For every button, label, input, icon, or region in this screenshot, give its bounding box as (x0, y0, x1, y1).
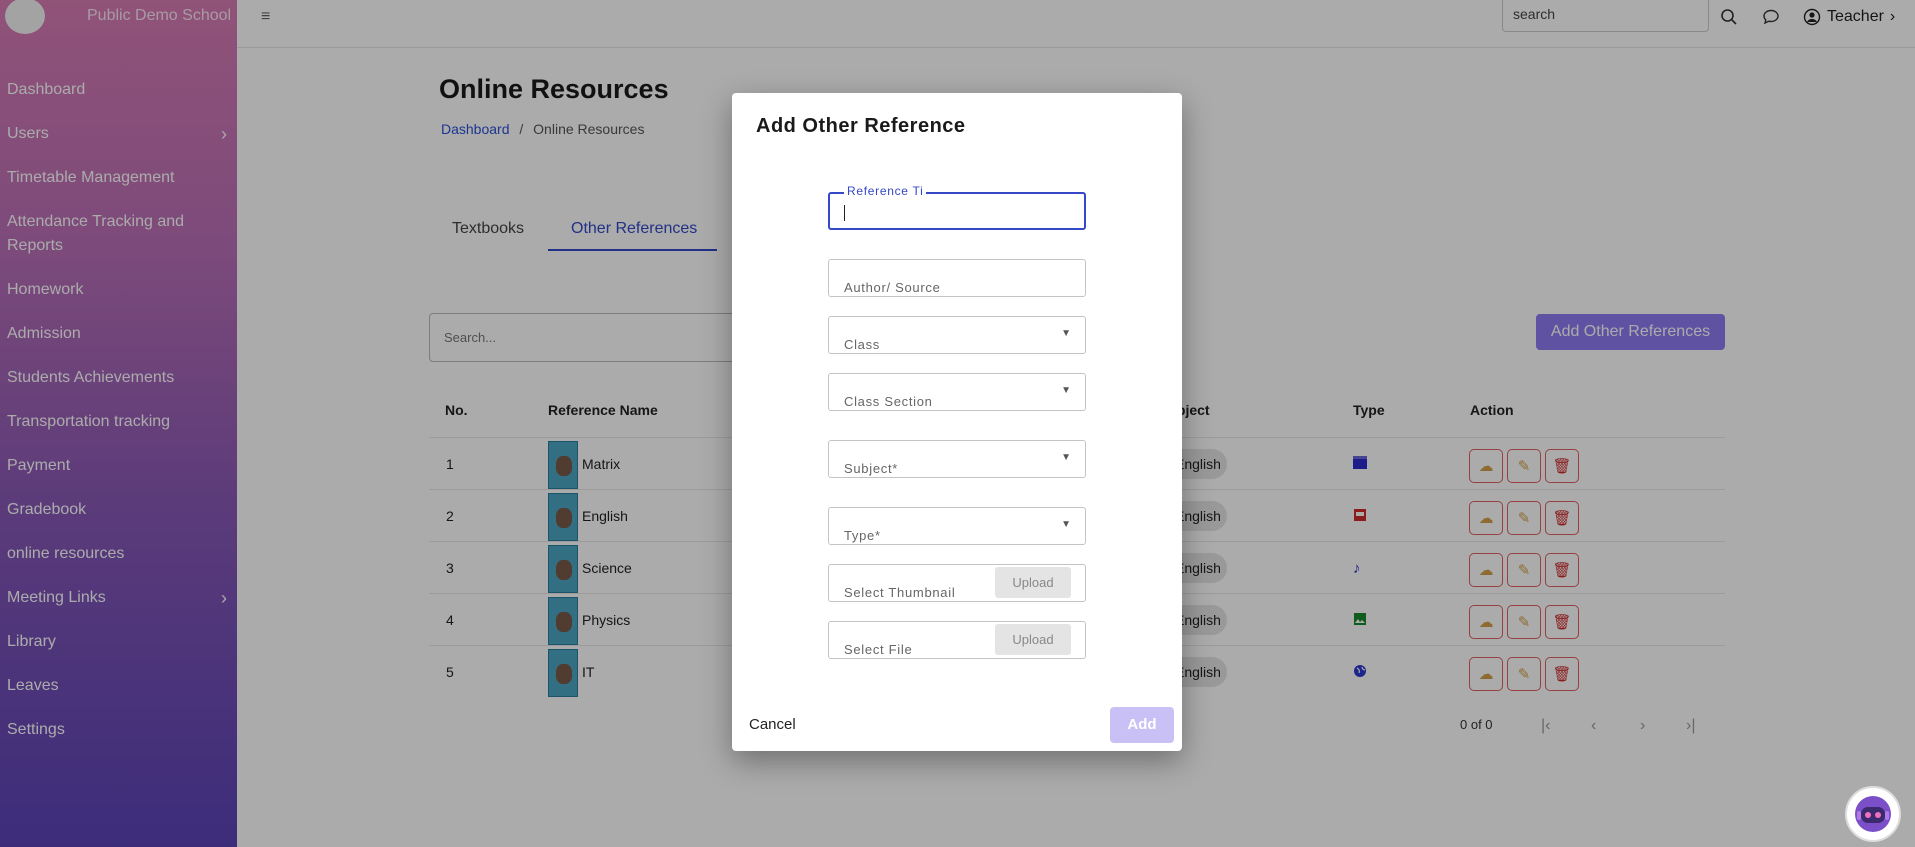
dropdown-arrow-icon: ▼ (1061, 519, 1071, 530)
chatbot-button[interactable] (1845, 786, 1901, 842)
upload-file-button[interactable]: Upload (995, 624, 1071, 655)
class-section-select[interactable]: Class Section ▼ (828, 373, 1086, 411)
text-caret (844, 205, 845, 221)
reference-title-field[interactable]: Reference Ti (828, 184, 1086, 230)
field-label: Reference Ti (844, 184, 927, 198)
add-reference-dialog: Add Other Reference Reference Ti Author/… (732, 93, 1182, 751)
dropdown-arrow-icon: ▼ (1061, 452, 1071, 463)
upload-thumbnail-button[interactable]: Upload (995, 567, 1071, 598)
cancel-button[interactable]: Cancel (749, 716, 796, 733)
field-label: Class (844, 337, 881, 352)
field-label: Select File (844, 642, 913, 657)
dropdown-arrow-icon: ▼ (1061, 385, 1071, 396)
author-source-field[interactable]: Author/ Source (828, 259, 1086, 297)
field-label: Subject* (844, 461, 899, 476)
dropdown-arrow-icon: ▼ (1061, 328, 1071, 339)
dialog-title: Add Other Reference (756, 115, 966, 137)
subject-select[interactable]: Subject* ▼ (828, 440, 1086, 478)
thumbnail-upload-field: Select Thumbnail Upload (828, 564, 1086, 602)
field-label: Class Section (844, 394, 933, 409)
robot-icon (1855, 796, 1891, 832)
field-label: Type* (844, 528, 881, 543)
add-button[interactable]: Add (1110, 707, 1174, 743)
class-select[interactable]: Class ▼ (828, 316, 1086, 354)
type-select[interactable]: Type* ▼ (828, 507, 1086, 545)
file-upload-field: Select File Upload (828, 621, 1086, 659)
field-label: Author/ Source (844, 280, 941, 295)
field-label: Select Thumbnail (844, 585, 956, 600)
